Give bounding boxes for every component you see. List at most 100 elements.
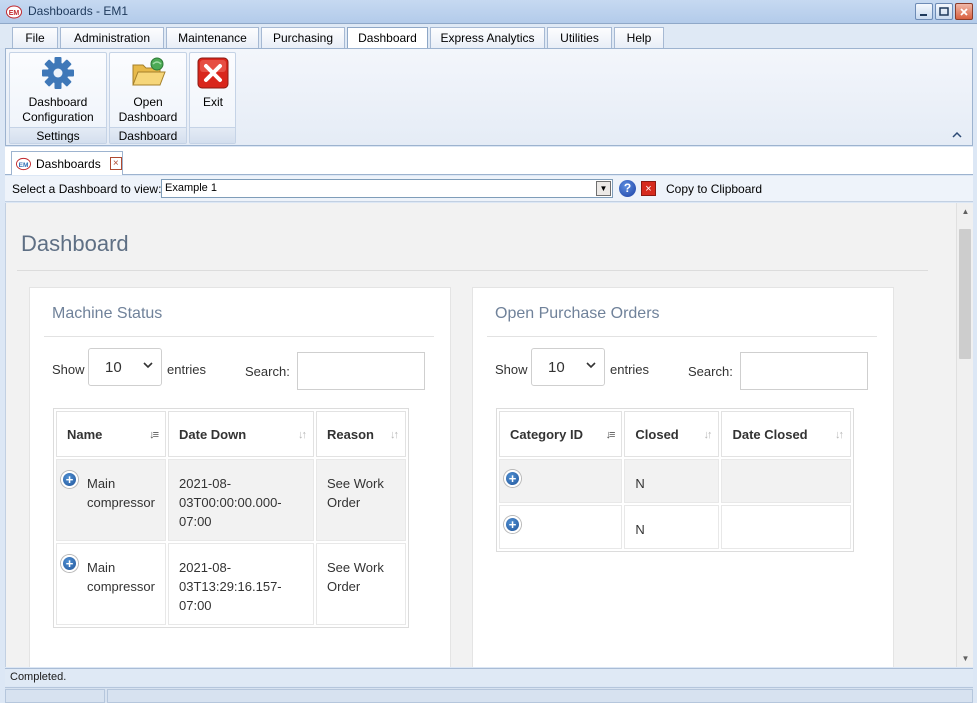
dashboard-select[interactable]: Example 1 ▼: [161, 179, 613, 198]
ribbon-group-dashboard: Open Dashboard Dashboard: [109, 52, 187, 144]
panel-title: Machine Status: [52, 305, 163, 322]
tab-administration[interactable]: Administration: [60, 27, 164, 48]
status-segment: [5, 689, 105, 703]
dropdown-arrow-icon[interactable]: ▼: [596, 181, 611, 196]
tab-dashboards-document[interactable]: EM Dashboards ×: [11, 151, 123, 175]
sort-icon: ↓≡: [149, 429, 159, 441]
help-icon[interactable]: ?: [619, 180, 636, 197]
machine-status-panel: Machine Status Show 10 entries Search: N…: [29, 287, 451, 667]
divider: [17, 270, 928, 271]
open-dashboard-label-1: Open: [133, 95, 163, 109]
tab-file[interactable]: File: [12, 27, 58, 48]
entries-select-value: 10: [105, 359, 122, 376]
exit-label: Exit: [202, 95, 223, 109]
dashboard-configuration-label-1: Dashboard: [28, 95, 88, 109]
app-logo-icon: EM: [16, 157, 31, 170]
dashboard-selector-bar: Select a Dashboard to view: Example 1 ▼ …: [5, 176, 973, 202]
dashboard-configuration-button[interactable]: Dashboard Configuration: [14, 55, 102, 125]
search-label: Search:: [245, 364, 290, 379]
close-dashboard-icon[interactable]: ×: [641, 181, 656, 196]
open-purchase-orders-panel: Open Purchase Orders Show 10 entries Sea…: [472, 287, 894, 667]
close-window-button[interactable]: [955, 3, 973, 20]
window-title: Dashboards - EM1: [28, 4, 129, 18]
sort-icon: ↓≡: [605, 429, 615, 441]
scroll-thumb[interactable]: [959, 229, 971, 359]
table-row: + Main compressor 2021-08-03T13:29:16.15…: [56, 543, 406, 625]
svg-text:EM: EM: [9, 10, 20, 17]
page-title: Dashboard: [21, 231, 129, 256]
dashboard-configuration-label-2: Configuration: [22, 110, 94, 124]
table-row: + N: [499, 459, 851, 503]
cell-date-closed: [721, 459, 851, 503]
divider: [44, 336, 434, 337]
entries-select[interactable]: 10: [531, 348, 605, 386]
scroll-up-icon[interactable]: ▲: [957, 203, 973, 220]
expand-row-icon[interactable]: +: [61, 471, 78, 488]
sort-icon: ↓↑: [390, 429, 399, 441]
chevron-down-icon: [586, 361, 596, 372]
expand-row-icon[interactable]: +: [61, 555, 78, 572]
tab-maintenance[interactable]: Maintenance: [166, 27, 259, 48]
cell-date-closed: [721, 505, 851, 549]
window-controls: [915, 3, 973, 20]
search-label: Search:: [688, 364, 733, 379]
cell-closed: N: [624, 505, 720, 549]
expand-row-icon[interactable]: +: [504, 470, 521, 487]
maximize-button[interactable]: [935, 3, 953, 20]
ribbon-group-label-settings: Settings: [10, 127, 106, 143]
minimize-button[interactable]: [915, 3, 933, 20]
dashboard-select-value: Example 1: [165, 182, 217, 194]
entries-select-value: 10: [548, 359, 565, 376]
exit-button[interactable]: Exit: [193, 55, 233, 110]
panel-title: Open Purchase Orders: [495, 305, 660, 322]
entries-label: entries: [610, 362, 650, 377]
bottom-bar: [5, 687, 973, 703]
open-dashboard-label-2: Dashboard: [118, 110, 178, 124]
tab-purchasing[interactable]: Purchasing: [261, 27, 345, 48]
table-header-row: Category ID ↓≡ Closed ↓↑ Date Closed ↓↑: [499, 411, 851, 457]
close-icon: [960, 7, 968, 16]
cell-date-down: 2021-08-03T00:00:00.000-07:00: [168, 459, 314, 541]
title-bar: EM Dashboards - EM1: [0, 0, 977, 24]
search-input[interactable]: [297, 352, 425, 390]
tab-help[interactable]: Help: [614, 27, 664, 48]
column-header-date-closed[interactable]: Date Closed ↓↑: [721, 411, 851, 457]
column-header-name[interactable]: Name ↓≡: [56, 411, 166, 457]
machine-status-table: Name ↓≡ Date Down ↓↑ Reason ↓↑ + Main compr…: [53, 408, 409, 628]
ribbon: Dashboard Configuration Settings Open Da…: [5, 48, 973, 146]
divider: [487, 336, 877, 337]
ribbon-group-label-exit: [190, 127, 235, 143]
open-dashboard-button[interactable]: Open Dashboard: [114, 55, 182, 125]
column-header-date-down[interactable]: Date Down ↓↑: [168, 411, 314, 457]
chevron-down-icon: [143, 361, 153, 372]
document-tab-label: Dashboards: [35, 156, 101, 171]
search-input[interactable]: [740, 352, 868, 390]
ribbon-collapse-button[interactable]: [952, 127, 962, 141]
entries-select[interactable]: 10: [88, 348, 162, 386]
sort-icon: ↓↑: [298, 429, 307, 441]
svg-text:EM: EM: [19, 161, 29, 168]
column-header-closed[interactable]: Closed ↓↑: [624, 411, 720, 457]
open-folder-icon: [132, 57, 166, 86]
cell-reason: See Work Order: [316, 543, 406, 625]
entries-label: entries: [167, 362, 207, 377]
tab-express-analytics[interactable]: Express Analytics: [430, 27, 545, 48]
close-tab-button[interactable]: ×: [109, 157, 122, 170]
column-header-reason[interactable]: Reason ↓↑: [316, 411, 406, 457]
dashboard-viewport: Dashboard Machine Status Show 10 entries…: [5, 203, 973, 667]
cell-name: Main compressor: [87, 476, 155, 510]
show-label: Show: [52, 362, 85, 377]
exit-icon: [197, 57, 229, 89]
maximize-icon: [939, 6, 949, 16]
gear-icon: [42, 57, 74, 89]
vertical-scrollbar[interactable]: ▲ ▼: [956, 203, 973, 667]
expand-row-icon[interactable]: +: [504, 516, 521, 533]
open-purchase-orders-table: Category ID ↓≡ Closed ↓↑ Date Closed ↓↑ + N…: [496, 408, 854, 552]
column-header-category-id[interactable]: Category ID ↓≡: [499, 411, 623, 457]
chevron-up-icon: [952, 131, 962, 138]
scroll-down-icon[interactable]: ▼: [957, 650, 973, 667]
copy-to-clipboard-link[interactable]: Copy to Clipboard: [666, 182, 762, 196]
tab-dashboard[interactable]: Dashboard: [347, 27, 428, 49]
tab-utilities[interactable]: Utilities: [547, 27, 612, 48]
menu-bar: File Administration Maintenance Purchasi…: [0, 24, 977, 49]
